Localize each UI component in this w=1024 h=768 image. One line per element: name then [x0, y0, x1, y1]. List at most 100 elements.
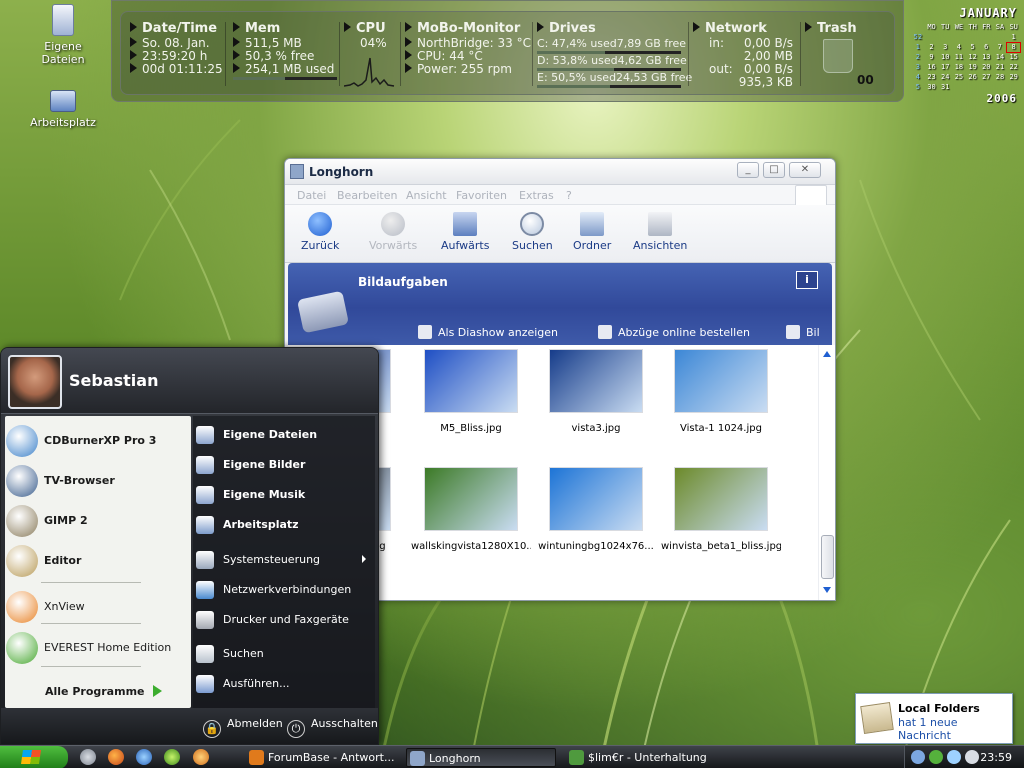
scroll-down-icon[interactable]: [823, 587, 831, 593]
folders-button[interactable]: Ordner: [573, 212, 611, 252]
network-icon[interactable]: [164, 749, 180, 765]
pinned-program[interactable]: EVEREST Home Edition: [4, 630, 186, 666]
show-desktop-icon[interactable]: [80, 749, 96, 765]
notification-message[interactable]: hat 1 neue Nachricht: [898, 716, 1012, 742]
calendar-day: 31: [941, 83, 950, 91]
program-label: TV-Browser: [44, 474, 115, 487]
file-thumbnail[interactable]: Vista-1 1024.jpg: [661, 345, 781, 434]
file-thumbnail[interactable]: winvista_beta1_bliss.jpg: [661, 463, 781, 552]
info-button[interactable]: i: [796, 271, 818, 289]
place-label: Eigene Musik: [223, 488, 306, 501]
place-item[interactable]: Ausführen...: [196, 673, 376, 695]
picture-icon: [786, 325, 800, 339]
task-order-prints[interactable]: Abzüge online bestellen: [598, 325, 750, 339]
close-button[interactable]: ✕: [789, 162, 821, 178]
monitor-network: Network in: 0,00 B/s 2,00 MB out: 0,00 B/s…: [693, 22, 793, 89]
window-icon: [290, 164, 304, 179]
firefox-icon[interactable]: [108, 749, 124, 765]
menu-favoriten[interactable]: Favoriten: [456, 189, 507, 202]
taskbar-button[interactable]: Longhorn: [406, 748, 556, 767]
place-item[interactable]: Drucker und Faxgeräte: [196, 609, 376, 631]
place-item[interactable]: Netzwerkverbindungen: [196, 579, 376, 601]
network-tray-icon[interactable]: [911, 750, 925, 764]
minimize-button[interactable]: _: [737, 162, 759, 178]
pinned-program[interactable]: XnView: [4, 589, 186, 625]
up-button[interactable]: Aufwärts: [441, 212, 489, 252]
taskbar-button[interactable]: ForumBase - Antwort...: [246, 748, 396, 767]
all-programs-button[interactable]: Alle Programme: [45, 685, 145, 698]
calendar-day: 17: [941, 63, 950, 71]
forward-button[interactable]: Vorwärts: [369, 212, 417, 252]
scroll-up-icon[interactable]: [823, 351, 831, 357]
file-name: Vista-1 1024.jpg: [680, 423, 762, 434]
desktop-icon-arbeitsplatz[interactable]: Arbeitsplatz: [23, 90, 103, 129]
calendar-day: [993, 32, 1007, 42]
file-thumbnail[interactable]: wintuningbg1024x76...: [536, 463, 656, 552]
start-button[interactable]: [0, 746, 68, 768]
menu-extras[interactable]: Extras: [519, 189, 554, 202]
desktop-icon-label: Arbeitsplatz: [30, 116, 96, 129]
volume-icon[interactable]: [965, 750, 979, 764]
place-item[interactable]: Eigene Musik: [196, 484, 376, 506]
place-item[interactable]: Suchen: [196, 643, 376, 665]
menu-ansicht[interactable]: Ansicht: [406, 189, 447, 202]
clock[interactable]: 23:59: [980, 751, 1012, 764]
calendar-week-number: 2: [915, 53, 920, 61]
toolbar: Zurück Vorwärts Aufwärts Suchen Ordner A…: [285, 205, 835, 263]
task-more[interactable]: Bil: [786, 325, 820, 339]
pinned-program[interactable]: CDBurnerXP Pro 3: [4, 423, 186, 459]
file-name: wintuningbg1024x76...: [538, 541, 654, 552]
program-label: Editor: [44, 554, 82, 567]
pinned-program[interactable]: Editor: [4, 543, 186, 579]
vertical-scrollbar[interactable]: [818, 345, 835, 600]
taskbar: 23:59 ForumBase - Antwort... Longhorn $lim…: [0, 745, 1024, 768]
pinned-program[interactable]: GIMP 2: [4, 503, 186, 539]
avatar[interactable]: [8, 355, 62, 409]
start-menu-footer: 🔒 Abmelden ⏻ Ausschalten: [1, 708, 378, 744]
computer-icon: [50, 90, 76, 112]
program-label: CDBurnerXP Pro 3: [44, 434, 157, 447]
clover-tray-icon[interactable]: [929, 750, 943, 764]
place-item[interactable]: Systemsteuerung: [196, 549, 376, 571]
messenger-icon[interactable]: [136, 749, 152, 765]
calendar-day-header: TU: [941, 23, 950, 31]
messenger-tray-icon[interactable]: [947, 750, 961, 764]
desktop-icon-eigene-dateien[interactable]: Eigene Dateien: [23, 4, 103, 66]
winamp-icon[interactable]: [193, 749, 209, 765]
trash-icon[interactable]: [823, 39, 853, 73]
back-button[interactable]: Zurück: [301, 212, 339, 252]
menu-bearbeiten[interactable]: Bearbeiten: [337, 189, 397, 202]
calendar-day-header: FR: [982, 23, 991, 31]
search-button[interactable]: Suchen: [512, 212, 553, 252]
window-titlebar[interactable]: Longhorn _ □ ✕: [285, 159, 835, 185]
taskbar-button[interactable]: $lim€r - Unterhaltung: [566, 748, 726, 767]
maximize-button[interactable]: □: [763, 162, 785, 178]
window-title: Longhorn: [309, 165, 374, 179]
logoff-button[interactable]: 🔒 Abmelden: [203, 717, 283, 738]
place-label: Drucker und Faxgeräte: [223, 613, 349, 626]
menu-help[interactable]: ?: [566, 189, 572, 202]
pinned-program[interactable]: TV-Browser: [4, 463, 186, 499]
menu-datei[interactable]: Datei: [297, 189, 326, 202]
notification-balloon[interactable]: Local Folders hat 1 neue Nachricht: [855, 693, 1013, 744]
task-slideshow[interactable]: Als Diashow anzeigen: [418, 325, 558, 339]
file-thumbnail[interactable]: M5_Bliss.jpg: [411, 345, 531, 434]
views-button[interactable]: Ansichten: [633, 212, 687, 252]
file-thumbnail[interactable]: vista3.jpg: [536, 345, 656, 434]
taskbar-label: ForumBase - Antwort...: [268, 751, 395, 764]
place-item[interactable]: Arbeitsplatz: [196, 514, 376, 536]
place-item[interactable]: Eigene Dateien: [196, 424, 376, 446]
place-icon: [196, 581, 214, 599]
calendar-day: 1: [1011, 32, 1016, 41]
file-name: M5_Bliss.jpg: [440, 423, 502, 434]
monitor-cpu: CPU 04%: [343, 22, 396, 91]
calendar-day: [979, 32, 993, 42]
calendar-day: 25: [954, 73, 964, 81]
file-thumbnail[interactable]: wallskingvista1280X10...: [411, 463, 531, 552]
scrollbar-thumb[interactable]: [821, 535, 834, 579]
place-item[interactable]: Eigene Bilder: [196, 454, 376, 476]
monitor-drives: Drives C: 47,4% used 7,89 GB free D: 53,8…: [537, 22, 692, 88]
program-icon: [6, 505, 38, 537]
shutdown-button[interactable]: ⏻ Ausschalten: [287, 717, 378, 738]
calendar-day: 10: [941, 53, 950, 61]
